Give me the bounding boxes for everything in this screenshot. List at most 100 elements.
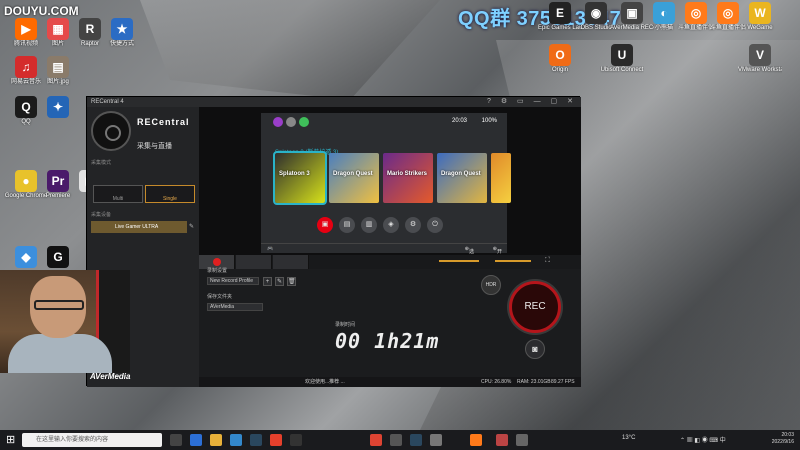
app-icon: W <box>749 2 771 24</box>
app-icon[interactable] <box>430 434 442 446</box>
game-tile[interactable]: Splatoon 3 <box>273 151 327 205</box>
game-tile-title: Dragon Quest <box>333 171 373 177</box>
weather-readout[interactable]: 13°C <box>622 435 635 441</box>
audio-slider[interactable] <box>495 260 531 262</box>
app-icon: ◎ <box>717 2 739 24</box>
game-tile-title: Splatoon 3 <box>279 171 310 177</box>
explorer-icon[interactable] <box>210 434 222 446</box>
desktop-wallpaper-rock <box>140 0 440 100</box>
app-icon: V <box>749 44 771 66</box>
desktop-icon-label: Ubisoft Connect <box>600 67 644 73</box>
edit-icon[interactable]: ✎ <box>189 223 194 230</box>
desktop-icon[interactable]: ★ 快捷方式 <box>100 18 144 58</box>
volume-slider[interactable] <box>439 260 479 262</box>
app-icon: ◎ <box>685 2 707 24</box>
ram-usage: RAM: 23.01GB <box>517 379 551 385</box>
status-hint: 欢迎使用...推荐 ... <box>305 379 345 385</box>
app-icon[interactable] <box>516 434 528 446</box>
switch-time: 20:03 <box>451 118 467 124</box>
taskbar-search[interactable]: 在这里输入你要搜索的内容 <box>22 433 162 447</box>
snapshot-camera-icon[interactable]: ◙ <box>525 339 545 359</box>
controller-icon: 🎮 <box>267 246 274 252</box>
album-icon[interactable]: ▥ <box>361 217 377 233</box>
tab-stream-record[interactable] <box>273 255 309 269</box>
brand-label: RECentral <box>137 117 190 127</box>
windows-start-icon[interactable]: ⊞ <box>6 434 18 446</box>
mode-title: 采集与直播 <box>137 143 172 150</box>
app-icon: ▤ <box>47 56 69 78</box>
chrome-taskbar-icon[interactable] <box>370 434 382 446</box>
record-dot-icon <box>213 258 221 266</box>
store-icon[interactable] <box>230 434 242 446</box>
window-controls[interactable]: ? ⚙ ▭ — ▢ ✕ <box>487 97 577 107</box>
profile-select[interactable]: New Record Profile <box>207 277 259 285</box>
app-icon: Q <box>15 96 37 118</box>
capture-mode-section: 采集模式 <box>91 160 112 166</box>
start-hint: ⊕ 开始 <box>492 246 503 262</box>
device-item[interactable]: Live Gamer ULTRA <box>91 221 187 233</box>
status-bar: 欢迎使用...推荐 ... CPU: 26.80% RAM: 23.01GB 8… <box>199 377 581 387</box>
obs-icon[interactable] <box>290 434 302 446</box>
chrome-icon[interactable] <box>270 434 282 446</box>
steam-taskbar-icon[interactable] <box>410 434 422 446</box>
tray-icons[interactable]: ⌃ ▦ ◧ ◉ ⌨ 中 <box>680 435 726 444</box>
task-view-icon[interactable] <box>170 434 182 446</box>
record-panel: 录制设置 New Record Profile + ✎ 🗑 保存文件夹 AVer… <box>199 255 581 387</box>
webcam-overlay <box>0 270 130 373</box>
settings-icon[interactable]: ⚙ <box>405 217 421 233</box>
fullscreen-icon[interactable]: ⛶ <box>545 257 550 265</box>
power-icon[interactable]: ⏻ <box>427 217 443 233</box>
taskbar-clock[interactable]: 20:03 2022/9/16 <box>772 432 794 446</box>
desktop-icon[interactable]: VVMware Workstation <box>738 44 782 84</box>
game-tile-title: Mario Strikers <box>387 171 428 177</box>
multi-mode-button[interactable]: Multi <box>93 185 143 203</box>
news-icon[interactable]: ▣ <box>317 217 333 233</box>
person-glasses <box>34 300 84 310</box>
single-mode-button[interactable]: Single <box>145 185 195 203</box>
game-tile[interactable] <box>491 153 511 203</box>
person-shirt <box>8 334 112 373</box>
app-icon: ★ <box>111 18 133 40</box>
switch-topbar: 20:03 100% <box>261 113 507 131</box>
tab-stream[interactable] <box>236 255 272 269</box>
app-icon: Pr <box>47 170 69 192</box>
game-tile[interactable]: Dragon Quest <box>329 153 379 203</box>
app-icon: ◉ <box>585 2 607 24</box>
desktop-icon[interactable]: U Ubisoft Connect <box>600 44 644 84</box>
desktop-icon[interactable]: ✦ <box>36 96 80 136</box>
add-profile-button[interactable]: + <box>263 277 272 286</box>
game-tile-title: Dragon Quest <box>441 171 481 177</box>
app-icon: ✦ <box>47 96 69 118</box>
switch-home-screen: 20:03 100% Splatoon 3 (斯普拉遁 3) Splatoon … <box>261 113 511 262</box>
fps-readout: 89.27 FPS <box>551 379 575 385</box>
edge-icon[interactable] <box>190 434 202 446</box>
eshop-icon[interactable]: ▤ <box>339 217 355 233</box>
save-folder-field[interactable]: AVerMedia <box>207 303 263 311</box>
switch-battery: 100% <box>481 118 497 124</box>
steam-icon[interactable] <box>250 434 262 446</box>
record-settings-label: 录制设置 <box>207 268 228 274</box>
app-icon: G <box>47 246 69 268</box>
controllers-icon[interactable]: ◈ <box>383 217 399 233</box>
desktop-icon[interactable]: O Origin <box>538 44 582 84</box>
game-tile[interactable]: Mario Strikers <box>383 153 433 203</box>
douyu-taskbar-icon[interactable] <box>470 434 482 446</box>
record-timer: 00 1h21m <box>335 329 440 353</box>
app-icon[interactable] <box>390 434 402 446</box>
desktop-icon[interactable]: W WeGame <box>738 2 782 42</box>
desktop-icon[interactable]: ▤ 图片.jpg <box>36 56 80 96</box>
douyu-watermark: DOUYU.COM <box>4 4 79 18</box>
hdr-button[interactable]: HDR <box>481 275 501 295</box>
recentral-taskbar-icon[interactable] <box>496 434 508 446</box>
edit-profile-button[interactable]: ✎ <box>275 277 284 286</box>
desktop-icon-label: 图片.jpg <box>47 79 69 85</box>
delete-profile-button[interactable]: 🗑 <box>287 277 296 286</box>
desktop-icon-label: Origin <box>551 67 568 73</box>
game-tile[interactable]: Dragon Quest <box>437 153 487 203</box>
user-avatar <box>286 117 296 127</box>
user-avatar <box>299 117 309 127</box>
window-titlebar[interactable]: RECentral 4 ? ⚙ ▭ — ▢ ✕ <box>87 97 581 107</box>
app-icon: ◆ <box>15 246 37 268</box>
app-icon: R <box>79 18 101 40</box>
rec-button[interactable]: REC <box>509 281 561 333</box>
